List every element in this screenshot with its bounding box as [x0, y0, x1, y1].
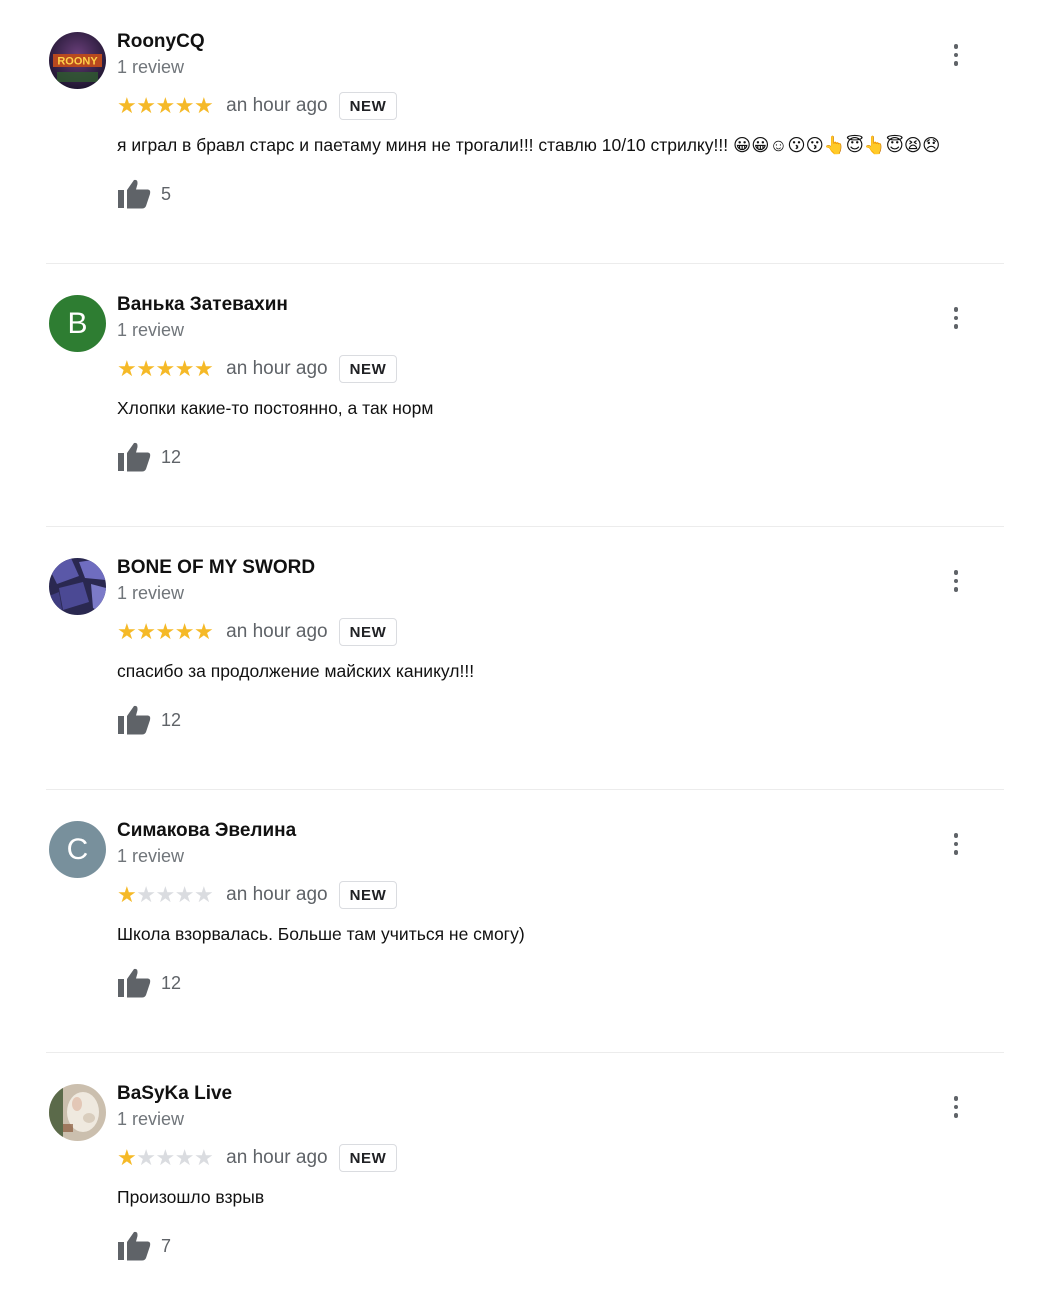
review-time: an hour ago [226, 95, 328, 116]
more-options-button[interactable] [945, 40, 967, 70]
rating-row: ★ ★ ★ ★ ★ an hour ago NEW [117, 1142, 398, 1174]
review-count: 1 review [117, 583, 185, 603]
star-filled-icon: ★ [117, 882, 137, 907]
review-time: an hour ago [226, 621, 328, 642]
star-filled-icon: ★ [136, 93, 156, 118]
like-count: 12 [161, 709, 182, 730]
author-name[interactable]: BaSyKa Live [117, 1083, 232, 1105]
review-item: ROONY RoonyCQ 1 review ★ ★ ★ ★ ★ an hour ago… [0, 0, 1050, 263]
author-name[interactable]: RoonyCQ [117, 31, 205, 53]
avatar-letter: C [66, 832, 89, 866]
star-rating: ★ ★ ★ ★ ★ [117, 1145, 214, 1170]
star-rating: ★ ★ ★ ★ ★ [117, 619, 214, 644]
star-filled-icon: ★ [117, 356, 137, 381]
more-options-button[interactable] [945, 829, 967, 859]
thumbs-up-icon [118, 705, 151, 735]
like-count: 7 [161, 1235, 172, 1256]
star-filled-icon: ★ [117, 619, 137, 644]
star-filled-icon: ★ [117, 93, 137, 118]
rating-row: ★ ★ ★ ★ ★ an hour ago NEW [117, 353, 398, 385]
avatar-letter: B [67, 306, 88, 340]
review-count: 1 review [117, 320, 185, 340]
avatar[interactable] [49, 558, 106, 615]
rating-row: ★ ★ ★ ★ ★ an hour ago NEW [117, 616, 398, 648]
star-rating: ★ ★ ★ ★ ★ [117, 93, 214, 118]
star-filled-icon: ★ [155, 356, 176, 381]
like-button[interactable]: 5 [117, 178, 171, 210]
new-badge: NEW [338, 355, 398, 383]
new-badge: NEW [338, 1144, 398, 1172]
like-button[interactable]: 12 [117, 441, 181, 473]
star-empty-icon: ★ [174, 882, 195, 907]
review-time: an hour ago [226, 1147, 328, 1168]
star-rating: ★ ★ ★ ★ ★ [117, 882, 214, 907]
star-filled-icon: ★ [174, 93, 195, 118]
review-item: BONE OF MY SWORD 1 review ★ ★ ★ ★ ★ an hour … [0, 526, 1050, 789]
review-item: B Ванька Затевахин 1 review ★ ★ ★ ★ ★ an hou… [0, 263, 1050, 526]
star-filled-icon: ★ [193, 93, 214, 118]
more-options-button[interactable] [945, 303, 967, 333]
like-count: 12 [161, 972, 182, 993]
star-empty-icon: ★ [193, 882, 214, 907]
star-filled-icon: ★ [155, 93, 176, 118]
review-text: Школа взорвалась. Больше там учиться не … [117, 924, 525, 944]
like-button[interactable]: 7 [117, 1230, 171, 1262]
avatar[interactable] [49, 1084, 106, 1141]
author-name[interactable]: Симакова Эвелина [117, 820, 296, 842]
thumbs-up-icon [118, 968, 151, 998]
avatar-logo-text: ROONY [57, 56, 98, 68]
more-options-button[interactable] [945, 1092, 967, 1122]
thumbs-up-icon [118, 442, 151, 472]
star-filled-icon: ★ [193, 619, 214, 644]
review-text: Произошло взрыв [117, 1187, 265, 1207]
star-empty-icon: ★ [155, 882, 176, 907]
avatar[interactable]: ROONY [49, 32, 106, 89]
star-filled-icon: ★ [136, 356, 156, 381]
star-empty-icon: ★ [155, 1145, 176, 1170]
new-badge: NEW [338, 881, 398, 909]
like-count: 5 [161, 183, 172, 204]
like-button[interactable]: 12 [117, 704, 181, 736]
star-filled-icon: ★ [155, 619, 176, 644]
more-options-button[interactable] [945, 566, 967, 596]
rating-row: ★ ★ ★ ★ ★ an hour ago NEW [117, 90, 398, 122]
thumbs-up-icon [118, 1231, 151, 1261]
review-time: an hour ago [226, 884, 328, 905]
new-badge: NEW [338, 618, 398, 646]
review-text: Хлопки какие-то постоянно, а так норм [117, 398, 434, 418]
review-count: 1 review [117, 57, 185, 77]
like-count: 12 [161, 446, 182, 467]
star-empty-icon: ★ [136, 882, 156, 907]
reviews-list: ROONY RoonyCQ 1 review ★ ★ ★ ★ ★ an hour ago… [0, 0, 1050, 1315]
review-text: спасибо за продолжение майских каникул!!… [117, 661, 475, 681]
review-time: an hour ago [226, 358, 328, 379]
star-filled-icon: ★ [136, 619, 156, 644]
star-filled-icon: ★ [193, 356, 214, 381]
review-text: я играл в бравл старс и паетаму миня не … [117, 135, 941, 155]
star-empty-icon: ★ [136, 1145, 156, 1170]
review-count: 1 review [117, 1109, 185, 1129]
review-count: 1 review [117, 846, 185, 866]
avatar[interactable]: C [49, 821, 106, 878]
thumbs-up-icon [118, 179, 151, 209]
review-item: BaSyKa Live 1 review ★ ★ ★ ★ ★ an hour ago N… [0, 1052, 1050, 1315]
star-empty-icon: ★ [193, 1145, 214, 1170]
star-filled-icon: ★ [117, 1145, 137, 1170]
review-item: C Симакова Эвелина 1 review ★ ★ ★ ★ ★ an hou… [0, 789, 1050, 1052]
author-name[interactable]: BONE OF MY SWORD [117, 557, 315, 579]
star-filled-icon: ★ [174, 619, 195, 644]
new-badge: NEW [338, 92, 398, 120]
like-button[interactable]: 12 [117, 967, 181, 999]
star-empty-icon: ★ [174, 1145, 195, 1170]
author-name[interactable]: Ванька Затевахин [117, 294, 288, 316]
rating-row: ★ ★ ★ ★ ★ an hour ago NEW [117, 879, 398, 911]
star-filled-icon: ★ [174, 356, 195, 381]
avatar[interactable]: B [49, 295, 106, 352]
star-rating: ★ ★ ★ ★ ★ [117, 356, 214, 381]
